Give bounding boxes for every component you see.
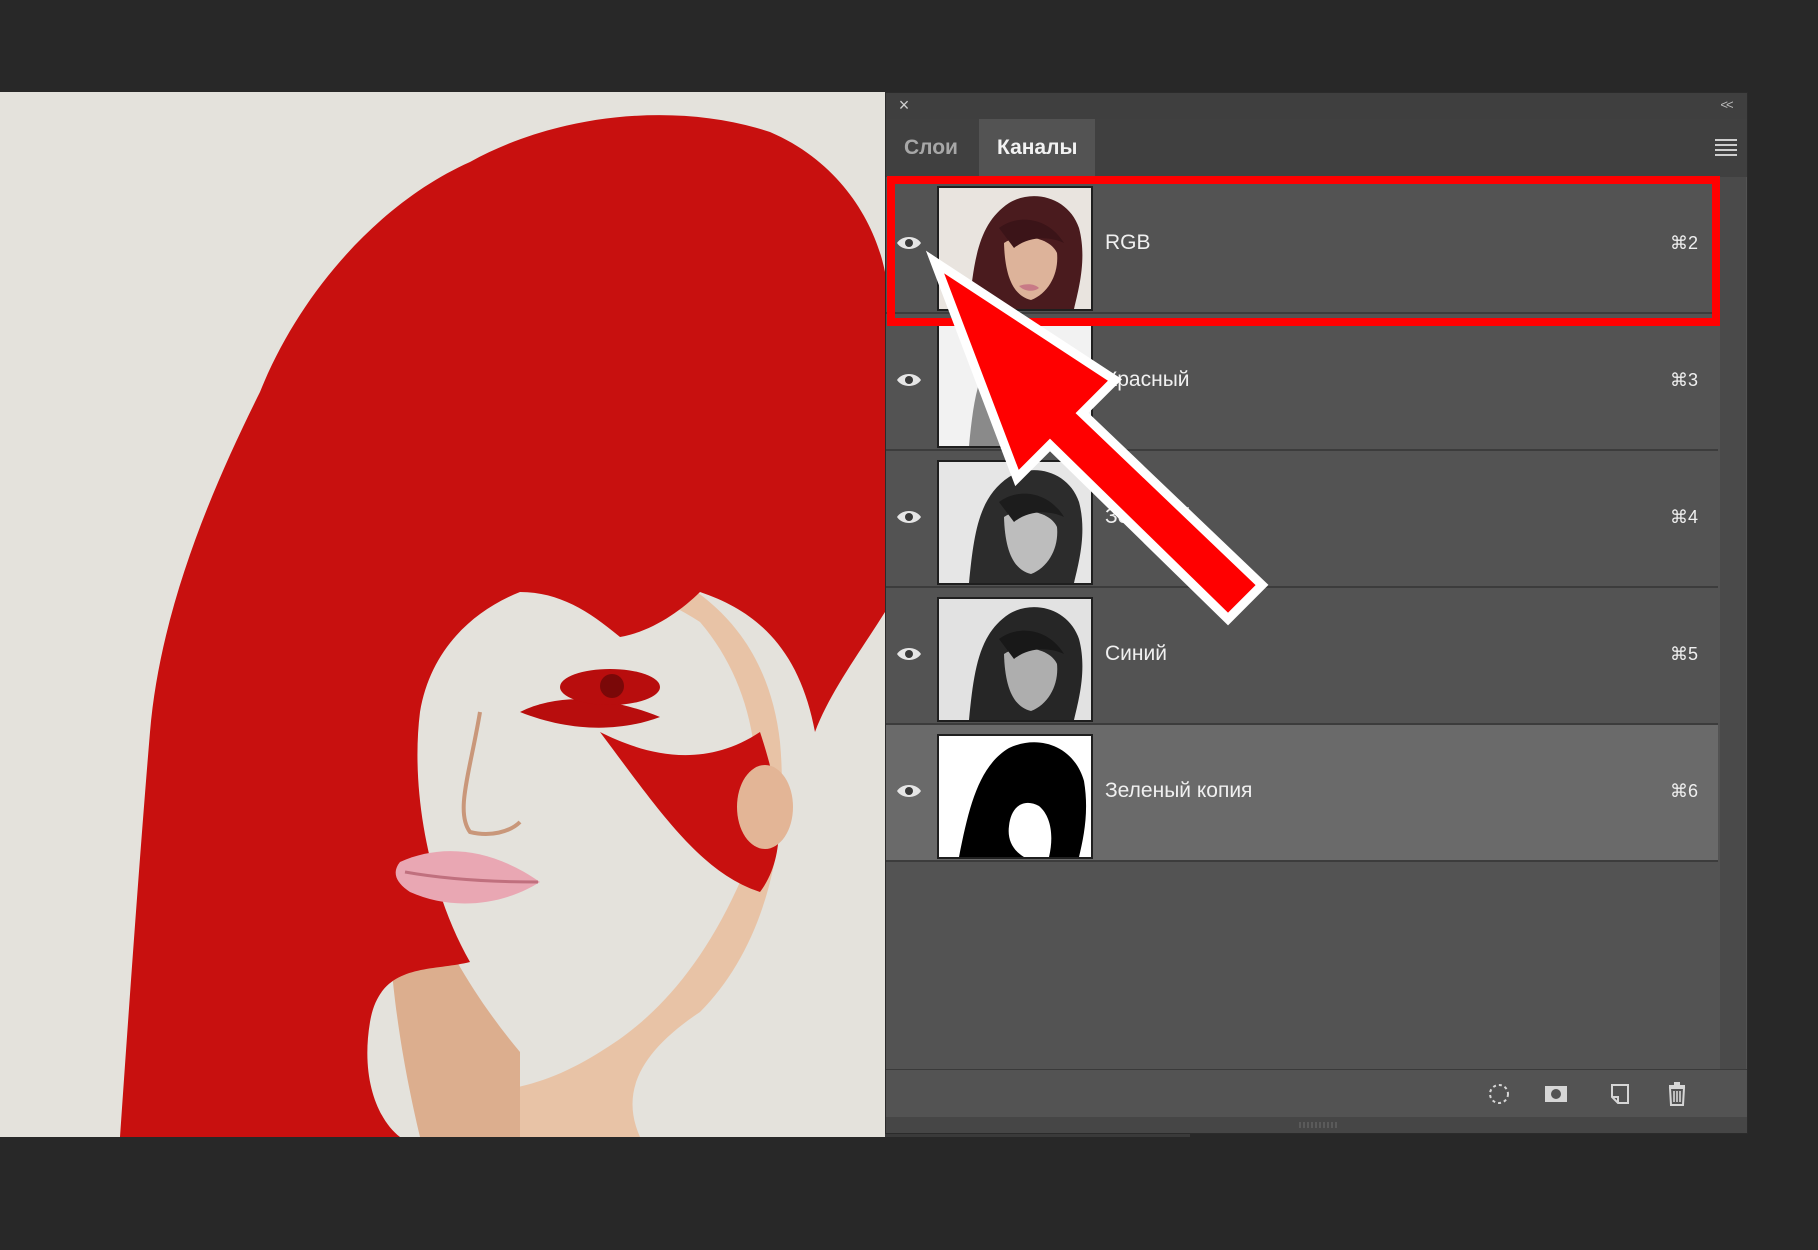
ear — [737, 765, 793, 849]
visibility-eye-icon[interactable] — [896, 782, 922, 800]
channel-row-green[interactable]: Зеленый ⌘4 — [886, 451, 1718, 588]
channel-thumbnail — [937, 186, 1093, 311]
close-panel-button[interactable]: × — [894, 94, 914, 116]
visibility-eye-icon[interactable] — [896, 645, 922, 663]
visibility-eye-icon[interactable] — [896, 234, 922, 252]
panel-titlebar: × << — [886, 93, 1747, 119]
channel-shortcut: ⌘6 — [1669, 781, 1698, 801]
channel-list: RGB ⌘2 Красный ⌘3 Зеленый ⌘4 Синий ⌘5 Зе… — [886, 177, 1718, 862]
new-channel-icon[interactable] — [1606, 1080, 1634, 1108]
channel-name: Красный — [1105, 368, 1190, 391]
channel-name: RGB — [1105, 231, 1151, 254]
channel-name: Зеленый копия — [1105, 779, 1253, 802]
eyebrow-mask — [520, 699, 660, 728]
pupil — [600, 674, 624, 698]
channel-row-red[interactable]: Красный ⌘3 — [886, 314, 1718, 451]
channel-shortcut: ⌘3 — [1669, 370, 1698, 390]
visibility-eye-icon[interactable] — [896, 508, 922, 526]
load-selection-icon[interactable] — [1485, 1080, 1513, 1108]
channel-thumbnail — [937, 734, 1093, 859]
save-selection-icon[interactable] — [1542, 1080, 1570, 1108]
grip-icon — [1299, 1122, 1337, 1128]
channel-name: Зеленый — [1105, 505, 1192, 528]
channel-thumbnail — [937, 460, 1093, 585]
photo-with-quick-mask — [120, 115, 885, 1137]
channels-panel: × << Слои Каналы RGB ⌘2 Красный ⌘3 Зелен… — [885, 92, 1748, 1134]
tab-channels[interactable]: Каналы — [979, 119, 1095, 177]
channel-thumbnail — [937, 323, 1093, 448]
trash-icon[interactable] — [1663, 1080, 1691, 1108]
panel-scrollbar[interactable] — [1720, 177, 1746, 1092]
channel-shortcut: ⌘4 — [1669, 507, 1698, 527]
panel-tabbar: Слои Каналы — [886, 119, 1747, 177]
channel-row-blue[interactable]: Синий ⌘5 — [886, 588, 1718, 725]
panel-footer — [886, 1069, 1747, 1118]
collapse-panel-button[interactable]: << — [1715, 95, 1737, 115]
channel-shortcut: ⌘5 — [1669, 644, 1698, 664]
tab-layers[interactable]: Слои — [886, 119, 976, 177]
hair-mask — [120, 115, 885, 1137]
channel-name: Синий — [1105, 642, 1167, 665]
channel-row-green-copy[interactable]: Зеленый копия ⌘6 — [886, 725, 1718, 862]
panel-menu-icon[interactable] — [1715, 139, 1737, 157]
visibility-eye-icon[interactable] — [896, 371, 922, 389]
channel-shortcut: ⌘2 — [1669, 233, 1698, 253]
document-canvas[interactable] — [0, 92, 885, 1137]
panel-resize-grip[interactable] — [886, 1117, 1747, 1133]
channel-thumbnail — [937, 597, 1093, 722]
nose-shadow — [461, 711, 522, 836]
channel-row-rgb[interactable]: RGB ⌘2 — [886, 177, 1718, 314]
